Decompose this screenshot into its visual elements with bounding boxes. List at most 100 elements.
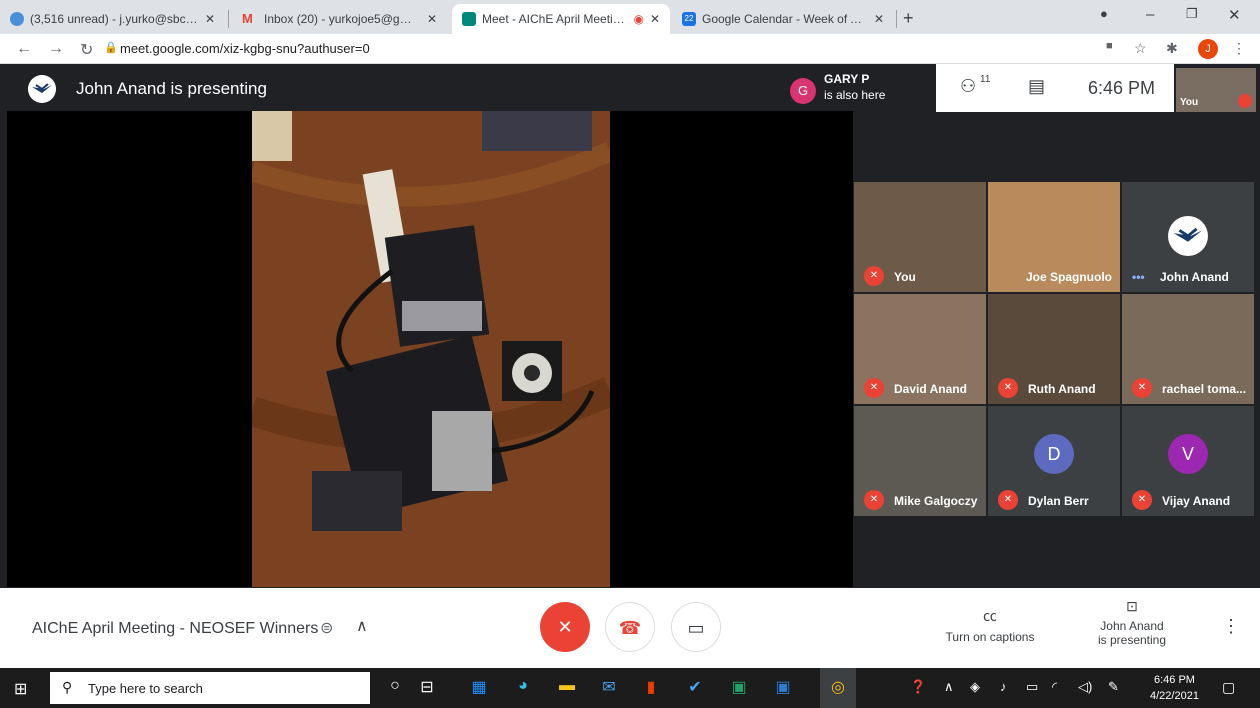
volume-icon[interactable]: ◁) — [1078, 679, 1092, 695]
participant-tile[interactable]: V ✕ Vijay Anand — [1122, 406, 1254, 516]
avatar: G — [790, 78, 816, 104]
tab-title: Meet - AIChE April Meeting - — [482, 12, 630, 26]
file-explorer-icon[interactable]: ▬ — [554, 677, 580, 695]
task-view-icon[interactable]: ⊟ — [414, 677, 440, 697]
participant-tile[interactable]: Joe Spagnuolo — [988, 182, 1120, 292]
cortana-icon[interactable]: ○ — [382, 677, 408, 695]
excel-icon[interactable]: ▣ — [726, 677, 752, 697]
electronics-on-table-image — [252, 111, 610, 587]
meet-top-controls: ⚇ 11 ▤ 6:46 PM — [936, 64, 1174, 112]
also-here-subtitle: is also here — [824, 88, 886, 102]
speaking-indicator-icon: ••• — [1132, 270, 1145, 284]
pen-icon[interactable]: ✎ — [1108, 679, 1119, 695]
camera-toggle-button[interactable]: ▭ — [671, 602, 721, 652]
captions-button[interactable]: ㏄ Turn on captions — [940, 606, 1040, 644]
close-icon[interactable]: ✕ — [874, 12, 884, 26]
security-icon[interactable]: ◈ — [970, 679, 980, 695]
tab-meet[interactable]: Meet - AIChE April Meeting - ◉ ✕ — [452, 4, 670, 34]
new-tab-button[interactable]: + — [903, 8, 914, 29]
participant-name: John Anand — [1160, 270, 1229, 284]
reload-icon[interactable]: ↻ — [80, 40, 93, 60]
bird-logo-icon — [1168, 216, 1208, 256]
participant-name: Joe Spagnuolo — [1026, 270, 1113, 284]
help-icon[interactable]: ❓ — [910, 679, 926, 695]
chrome-icon[interactable]: ◎ — [820, 668, 856, 708]
chat-icon[interactable]: ▤ — [1028, 76, 1045, 97]
calendar-icon: 22 — [682, 12, 696, 26]
leave-call-button[interactable]: ☎ — [605, 602, 655, 652]
tab-email[interactable]: (3,516 unread) - j.yurko@sbcglob ✕ — [0, 4, 225, 34]
profile-avatar[interactable]: J — [1198, 39, 1218, 59]
chevron-up-icon[interactable]: ∧ — [944, 679, 954, 695]
participant-tile[interactable]: ••• John Anand — [1122, 182, 1254, 292]
notifications-icon[interactable]: ▢ — [1222, 679, 1235, 696]
taskbar-time: 6:46 PM — [1153, 674, 1195, 686]
taskbar-clock[interactable]: 6:46 PM 4/22/2021 — [1150, 672, 1199, 704]
participant-name: Mike Galgoczy — [894, 494, 978, 508]
close-icon[interactable]: ✕ — [205, 12, 215, 26]
mic-toggle-button[interactable]: ✕ — [540, 602, 590, 652]
participant-tile[interactable]: ✕ Mike Galgoczy — [854, 406, 986, 516]
closed-captions-icon: ㏄ — [983, 608, 997, 624]
participant-name: David Anand — [894, 382, 967, 396]
mic-off-icon — [1238, 94, 1252, 108]
tab-calendar[interactable]: 22 Google Calendar - Week of April ✕ — [672, 4, 894, 34]
mic-off-icon: ✕ — [864, 378, 884, 398]
tab-gmail[interactable]: M Inbox (20) - yurkojoe5@gmail.co ✕ — [232, 4, 447, 34]
presenter-bar: John Anand is presenting G GARY P is als… — [0, 64, 1260, 112]
meeting-title[interactable]: AIChE April Meeting - NEOSEF Winners — [32, 620, 318, 638]
mail-icon[interactable]: ✉ — [596, 677, 622, 697]
bird-logo-icon — [28, 75, 56, 103]
participant-tile[interactable]: ✕ You — [854, 182, 986, 292]
close-icon[interactable]: ✕ — [650, 12, 660, 26]
avatar: V — [1168, 434, 1208, 474]
wifi-icon[interactable]: ◜ — [1052, 679, 1057, 695]
url-input[interactable]: meet.google.com/xiz-kgbg-snu?authuser=0 — [120, 41, 370, 56]
minimize-button[interactable]: – — [1146, 6, 1154, 23]
email-icon — [10, 12, 24, 26]
office-icon[interactable]: ▮ — [638, 677, 664, 697]
windows-start-icon[interactable]: ⊞ — [14, 679, 27, 699]
attachment-icon: ⊜ — [320, 620, 334, 637]
presenting-button[interactable]: ⊡ John Anand is presenting — [1086, 598, 1178, 647]
battery-icon[interactable]: ▭ — [1026, 679, 1038, 695]
todo-icon[interactable]: ✔ — [682, 677, 708, 697]
more-options-icon[interactable]: ⋮ — [1222, 616, 1240, 637]
forward-icon[interactable]: → — [48, 40, 64, 58]
star-icon[interactable]: ☆ — [1134, 40, 1147, 57]
participant-tile[interactable]: ✕ David Anand — [854, 294, 986, 404]
participant-grid: ✕ You Joe Spagnuolo ••• John Anand ✕ Dav… — [854, 182, 1256, 518]
taskbar-date: 4/22/2021 — [1150, 690, 1199, 702]
people-icon[interactable]: ⚇ — [960, 76, 976, 97]
taskbar-search[interactable]: ⚲ Type here to search — [50, 672, 370, 704]
participant-name: Dylan Berr — [1028, 494, 1089, 508]
menu-icon[interactable]: ⋮ — [1232, 40, 1246, 57]
close-icon[interactable]: ✕ — [427, 12, 437, 26]
account-icon[interactable]: ● — [1100, 6, 1108, 21]
back-icon[interactable]: ← — [16, 40, 32, 58]
chevron-up-icon[interactable]: ∧ — [356, 616, 368, 636]
camera-icon[interactable]: ■ — [1106, 40, 1113, 52]
extensions-icon[interactable]: ✱ — [1166, 40, 1178, 57]
participant-tile[interactable]: ✕ rachael toma... — [1122, 294, 1254, 404]
participant-name: Ruth Anand — [1028, 382, 1096, 396]
calendar-app-icon[interactable]: ▦ — [466, 677, 492, 697]
captions-label: Turn on captions — [945, 630, 1035, 644]
participant-name: Vijay Anand — [1162, 494, 1231, 508]
restore-button[interactable]: ❐ — [1186, 6, 1198, 22]
lock-icon[interactable]: 🔒 — [104, 41, 118, 54]
meet-stage: John Anand is presenting G GARY P is als… — [0, 64, 1260, 588]
participant-name: You — [894, 270, 916, 284]
participant-tile[interactable]: D ✕ Dylan Berr — [988, 406, 1120, 516]
mic-off-icon: ✕ — [864, 490, 884, 510]
word-icon[interactable]: ▣ — [770, 677, 796, 697]
close-window-button[interactable]: ✕ — [1228, 6, 1241, 24]
presenting-label: is presenting — [1097, 633, 1167, 647]
microphone-icon[interactable]: ♪ — [1000, 679, 1007, 694]
edge-icon[interactable]: ◕ — [510, 677, 536, 695]
self-view-thumbnail[interactable]: You — [1176, 68, 1256, 112]
also-here-notice: G GARY P is also here — [782, 68, 932, 110]
avatar: D — [1034, 434, 1074, 474]
search-icon: ⚲ — [62, 679, 73, 695]
participant-tile[interactable]: ✕ Ruth Anand — [988, 294, 1120, 404]
